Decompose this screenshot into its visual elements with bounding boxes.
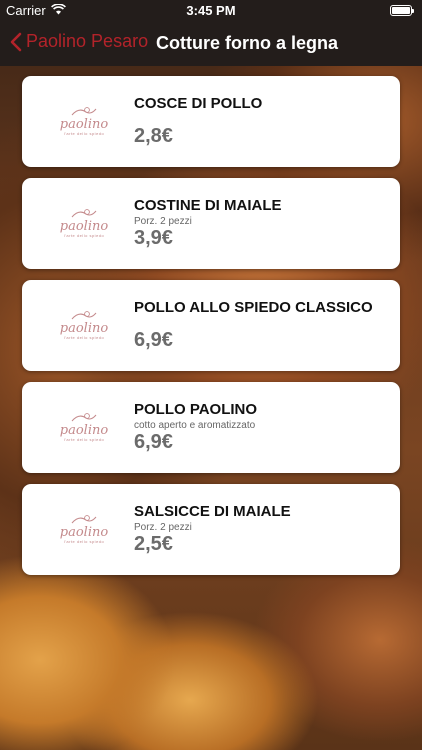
item-price: 2,5€ (134, 533, 173, 555)
list-item[interactable]: paolino l'arte dello spiedo POLLO ALLO S… (22, 280, 400, 371)
item-name: POLLO ALLO SPIEDO CLASSICO (134, 299, 373, 316)
logo-word: paolino (59, 117, 109, 132)
logo-tagline: l'arte dello spiedo (63, 131, 105, 136)
back-button-label: Paolino Pesaro (26, 31, 149, 51)
battery-icon (390, 5, 414, 16)
logo-tagline: l'arte dello spiedo (63, 233, 105, 238)
item-description: cotto aperto e aromatizzato (134, 420, 256, 431)
status-time: 3:45 PM (186, 3, 236, 18)
item-name: COSTINE DI MAIALE (134, 197, 282, 214)
paolino-logo: paolino l'arte dello spiedo (58, 506, 110, 552)
back-button[interactable]: Paolino Pesaro (10, 31, 148, 52)
logo-word: paolino (59, 525, 109, 540)
list-item[interactable]: paolino l'arte dello spiedo COSTINE DI M… (22, 178, 400, 269)
logo-word: paolino (59, 423, 109, 438)
item-description: Porz. 2 pezzi (134, 522, 192, 533)
paolino-logo: paolino l'arte dello spiedo (58, 98, 110, 144)
item-price: 6,9€ (134, 431, 173, 453)
item-price: 2,8€ (134, 125, 173, 147)
logo-tagline: l'arte dello spiedo (63, 437, 105, 442)
item-price: 6,9€ (134, 329, 173, 351)
logo-word: paolino (59, 219, 109, 234)
paolino-logo: paolino l'arte dello spiedo (58, 302, 110, 348)
logo-tagline: l'arte dello spiedo (63, 335, 105, 340)
paolino-logo: paolino l'arte dello spiedo (58, 200, 110, 246)
logo-tagline: l'arte dello spiedo (63, 539, 105, 544)
paolino-logo: paolino l'arte dello spiedo (58, 404, 110, 450)
chevron-left-icon (10, 32, 22, 51)
logo-word: paolino (59, 321, 109, 336)
list-item[interactable]: paolino l'arte dello spiedo SALSICCE DI … (22, 484, 400, 575)
item-name: POLLO PAOLINO (134, 401, 258, 418)
item-description: Porz. 2 pezzi (134, 216, 192, 227)
status-bar: Carrier 3:45 PM (0, 0, 422, 22)
list-item[interactable]: paolino l'arte dello spiedo POLLO PAOLIN… (22, 382, 400, 473)
navigation-bar: Paolino Pesaro Cotture forno a legna (0, 22, 422, 66)
list-item[interactable]: paolino l'arte dello spiedo COSCE DI POL… (22, 76, 400, 167)
item-name: COSCE DI POLLO (134, 95, 263, 112)
page-title: Cotture forno a legna (156, 33, 339, 53)
item-name: SALSICCE DI MAIALE (134, 503, 291, 520)
item-price: 3,9€ (134, 227, 173, 249)
